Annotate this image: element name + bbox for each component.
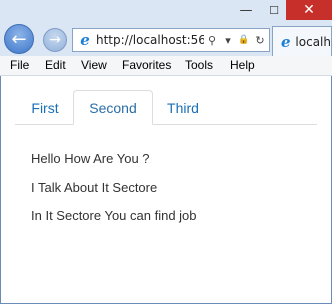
address-bar[interactable]: e http://localhost:562 ⚲ ▾ 🔒 ↻ xyxy=(72,28,270,52)
close-button[interactable]: ✕ xyxy=(286,0,332,20)
menu-help[interactable]: Help xyxy=(230,58,255,72)
navigation-toolbar: ← → e http://localhost:562 ⚲ ▾ 🔒 ↻ e loc… xyxy=(0,22,332,56)
menu-edit[interactable]: Edit xyxy=(45,58,66,72)
dropdown-icon[interactable]: ▾ xyxy=(220,34,236,47)
content-text: Hello How Are You ? xyxy=(31,151,150,166)
search-icon[interactable]: ⚲ xyxy=(204,34,220,47)
menu-view[interactable]: View xyxy=(81,58,107,72)
minimize-button[interactable]: — xyxy=(232,0,260,20)
content-text: In It Sectore You can find job xyxy=(31,208,197,223)
refresh-icon[interactable]: ↻ xyxy=(252,34,268,47)
browser-tab[interactable]: e localh xyxy=(272,26,332,56)
back-arrow-icon: ← xyxy=(11,28,27,50)
content-text: I Talk About It Sectore xyxy=(31,180,158,195)
title-bar: — ☐ ✕ xyxy=(0,0,332,22)
forward-arrow-icon: → xyxy=(49,32,61,48)
ie-logo-icon: e xyxy=(80,31,90,49)
page-content: First Second Third Hello How Are You ? I… xyxy=(0,76,332,304)
menu-tools[interactable]: Tools xyxy=(185,58,213,72)
ie-logo-icon: e xyxy=(280,32,291,51)
back-button[interactable]: ← xyxy=(4,24,34,54)
tab-third[interactable]: Third xyxy=(153,90,213,125)
address-text[interactable]: http://localhost:562 xyxy=(96,33,204,47)
browser-window: — ☐ ✕ ← → e http://localhost:562 ⚲ ▾ 🔒 ↻… xyxy=(0,0,332,304)
forward-button[interactable]: → xyxy=(43,28,67,52)
maximize-button[interactable]: ☐ xyxy=(260,0,288,20)
tab-first[interactable]: First xyxy=(17,90,73,125)
menu-bar: File Edit View Favorites Tools Help xyxy=(0,56,332,76)
menu-file[interactable]: File xyxy=(10,58,29,72)
menu-favorites[interactable]: Favorites xyxy=(122,58,171,72)
tab-second[interactable]: Second xyxy=(73,90,153,125)
lock-icon: 🔒 xyxy=(238,35,250,45)
browser-tab-title: localh xyxy=(295,34,331,49)
